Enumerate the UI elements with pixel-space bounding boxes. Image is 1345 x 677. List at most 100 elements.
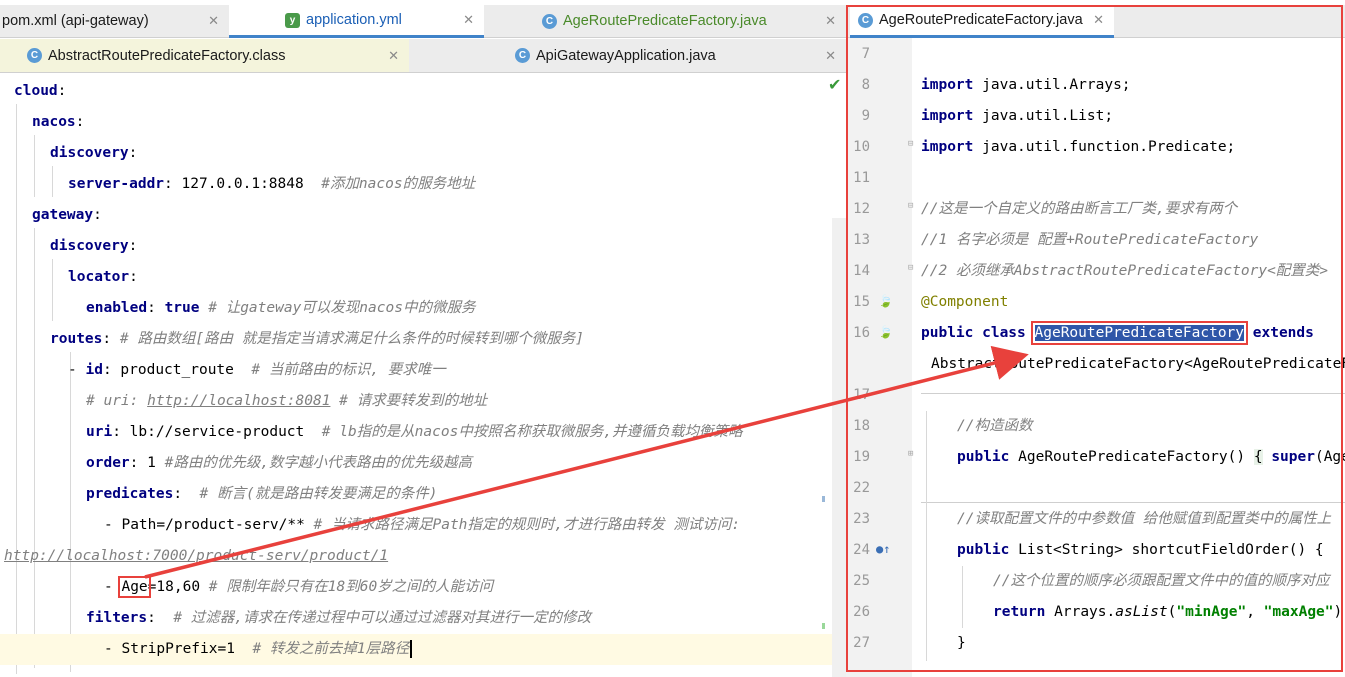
- code-line: import java.util.function.Predicate;: [921, 132, 1235, 163]
- yaml-value: 127.0.0.1:8848: [181, 176, 304, 192]
- yaml-url-link[interactable]: http://localhost:8081: [147, 393, 330, 409]
- code-method: asList: [1115, 604, 1168, 620]
- line-number: 22: [853, 480, 870, 496]
- line-number: 10: [853, 139, 870, 155]
- yaml-comment: # 路由数组[路由 就是指定当请求满足什么条件的时候转到哪个微服务]: [119, 331, 585, 347]
- code-comment: //构造函数: [957, 418, 1033, 434]
- tab-age-route-predicate-factory-right[interactable]: C AgeRoutePredicateFactory.java ✕: [850, 5, 1114, 38]
- class-file-icon: C: [858, 12, 873, 28]
- yaml-line: filters: # 过滤器,请求在传递过程中可以通过过滤器对其进行一定的修改: [86, 610, 591, 626]
- tab-label: ApiGatewayApplication.java: [536, 47, 716, 64]
- line-number: 9: [861, 108, 870, 124]
- code-text: AbstractRoutePredicateFactory<AgeRoutePr…: [931, 356, 1345, 372]
- vertical-scrollbar[interactable]: [832, 218, 846, 677]
- yaml-comment: # 当前路由的标识, 要求唯一: [251, 362, 446, 378]
- code-keyword: import: [921, 108, 974, 124]
- indent-guide: [962, 566, 963, 628]
- line-number: 25: [853, 573, 870, 589]
- line-number: 11: [853, 170, 870, 186]
- line-number: 7: [861, 46, 870, 62]
- code-comment: //2 必须继承AbstractRoutePredicateFactory<配置…: [921, 263, 1329, 279]
- yaml-line: - StripPrefix=1 # 转发之前去掉1层路径: [104, 634, 413, 665]
- yaml-comment: # 限制年龄只有在18到60岁之间的人能访问: [208, 579, 494, 595]
- indent-guide: [34, 228, 35, 668]
- yaml-url-link[interactable]: http://localhost:7000/product-serv/produ…: [4, 548, 388, 564]
- yaml-key: uri: [86, 424, 113, 440]
- fold-marker-icon[interactable]: ⊟: [908, 201, 913, 211]
- close-icon[interactable]: ✕: [825, 13, 836, 29]
- spring-bean-icon[interactable]: 🍃: [878, 294, 893, 308]
- code-line: public AgeRoutePredicateFactory() { supe…: [957, 442, 1345, 473]
- code-text: );: [1333, 604, 1345, 620]
- fold-marker-icon[interactable]: ⊟: [908, 263, 913, 273]
- class-file-icon: C: [27, 48, 42, 63]
- tab-application-yml[interactable]: y application.yml ✕: [229, 5, 484, 38]
- close-icon[interactable]: ✕: [388, 48, 399, 64]
- code-text: ,: [1246, 604, 1264, 620]
- yaml-comment: # 让gateway可以发现nacos中的微服务: [208, 300, 476, 316]
- yaml-comment: #路由的优先级,数字越小代表路由的优先级越高: [164, 455, 473, 471]
- yaml-editor[interactable]: cloud: nacos: discovery: server-addr: 12…: [0, 73, 846, 677]
- close-icon[interactable]: ✕: [825, 48, 836, 64]
- yaml-key: locator: [68, 269, 130, 285]
- code-annotation: @Component: [921, 294, 1009, 310]
- tab-label: application.yml: [306, 12, 402, 28]
- indent-guide: [52, 166, 53, 197]
- code-keyword: public: [957, 449, 1010, 465]
- close-icon[interactable]: ✕: [463, 12, 474, 28]
- error-stripe-mark: [822, 623, 825, 629]
- code-keyword: public class: [921, 325, 1026, 341]
- yaml-key: order: [86, 455, 130, 471]
- code-line: AbstractRoutePredicateFactory<AgeRoutePr…: [931, 349, 1345, 380]
- fold-marker-icon[interactable]: ⊞: [908, 449, 913, 459]
- class-name-selection[interactable]: AgeRoutePredicateFactory: [1030, 321, 1249, 345]
- code-keyword: public: [957, 542, 1010, 558]
- yaml-key: server-addr: [68, 176, 165, 192]
- fold-marker-icon[interactable]: ⊟: [908, 139, 913, 149]
- indent-guide: [70, 352, 71, 672]
- tab-label: AgeRoutePredicateFactory.java: [563, 13, 767, 29]
- override-method-icon[interactable]: ●↑: [876, 542, 890, 556]
- yaml-value: true: [164, 300, 200, 316]
- spring-bean-icon[interactable]: 🍃: [878, 325, 893, 339]
- yaml-line: http://localhost:7000/product-serv/produ…: [4, 541, 388, 572]
- yaml-line: discovery:: [50, 145, 138, 161]
- code-text: {: [1253, 449, 1263, 465]
- yaml-line: nacos:: [32, 114, 85, 130]
- code-text: }: [957, 635, 966, 651]
- class-file-icon: C: [542, 13, 557, 29]
- text-cursor: [410, 640, 413, 658]
- java-editor[interactable]: 7 8 9 10 11 12 13 14 15 16 17 18 19 22 2…: [846, 38, 1345, 677]
- tab-pom-xml[interactable]: pom.xml (api-gateway) ✕: [0, 5, 229, 38]
- yaml-line: - Age=18,60 # 限制年龄只有在18到60岁之间的人能访问: [104, 576, 494, 598]
- yaml-key: nacos: [32, 114, 76, 130]
- yaml-value: Path=/product-serv/**: [121, 517, 305, 533]
- tab-abstract-route-predicate-factory[interactable]: C AbstractRoutePredicateFactory.class ✕: [0, 39, 409, 73]
- yaml-line: cloud:: [14, 83, 67, 99]
- yaml-line: order: 1 #路由的优先级,数字越小代表路由的优先级越高: [86, 455, 473, 471]
- indent-guide: [34, 135, 35, 197]
- error-stripe-mark: [822, 496, 825, 502]
- code-comment: //这个位置的顺序必须跟配置文件中的值的顺序对应: [993, 573, 1330, 589]
- yaml-value: lb://service-product: [129, 424, 305, 440]
- code-text: java.util.List;: [982, 108, 1114, 124]
- code-line: public class AgeRoutePredicateFactory ex…: [921, 318, 1314, 349]
- code-comment: //这是一个自定义的路由断言工厂类,要求有两个: [921, 201, 1238, 217]
- yaml-key: enabled: [86, 300, 148, 316]
- method-separator: [921, 393, 1345, 394]
- code-keyword: import: [921, 77, 974, 93]
- code-text: java.util.function.Predicate;: [982, 139, 1236, 155]
- indent-guide: [16, 104, 17, 674]
- yaml-line: predicates: # 断言(就是路由转发要满足的条件): [86, 486, 438, 502]
- yaml-comment: # uri:: [86, 393, 148, 409]
- close-icon[interactable]: ✕: [1093, 12, 1104, 28]
- tab-api-gateway-application[interactable]: C ApiGatewayApplication.java ✕: [409, 39, 846, 73]
- code-text: java.util.Arrays;: [982, 77, 1131, 93]
- line-number: 8: [861, 77, 870, 93]
- yaml-comment: # 请求要转发到的地址: [330, 393, 488, 409]
- yaml-line: - Path=/product-serv/** # 当请求路径满足Path指定的…: [104, 517, 741, 533]
- close-icon[interactable]: ✕: [208, 13, 219, 29]
- yaml-line: routes: # 路由数组[路由 就是指定当请求满足什么条件的时候转到哪个微服…: [50, 331, 585, 347]
- tab-age-route-predicate-factory[interactable]: C AgeRoutePredicateFactory.java ✕: [484, 5, 846, 38]
- class-file-icon: C: [515, 48, 530, 63]
